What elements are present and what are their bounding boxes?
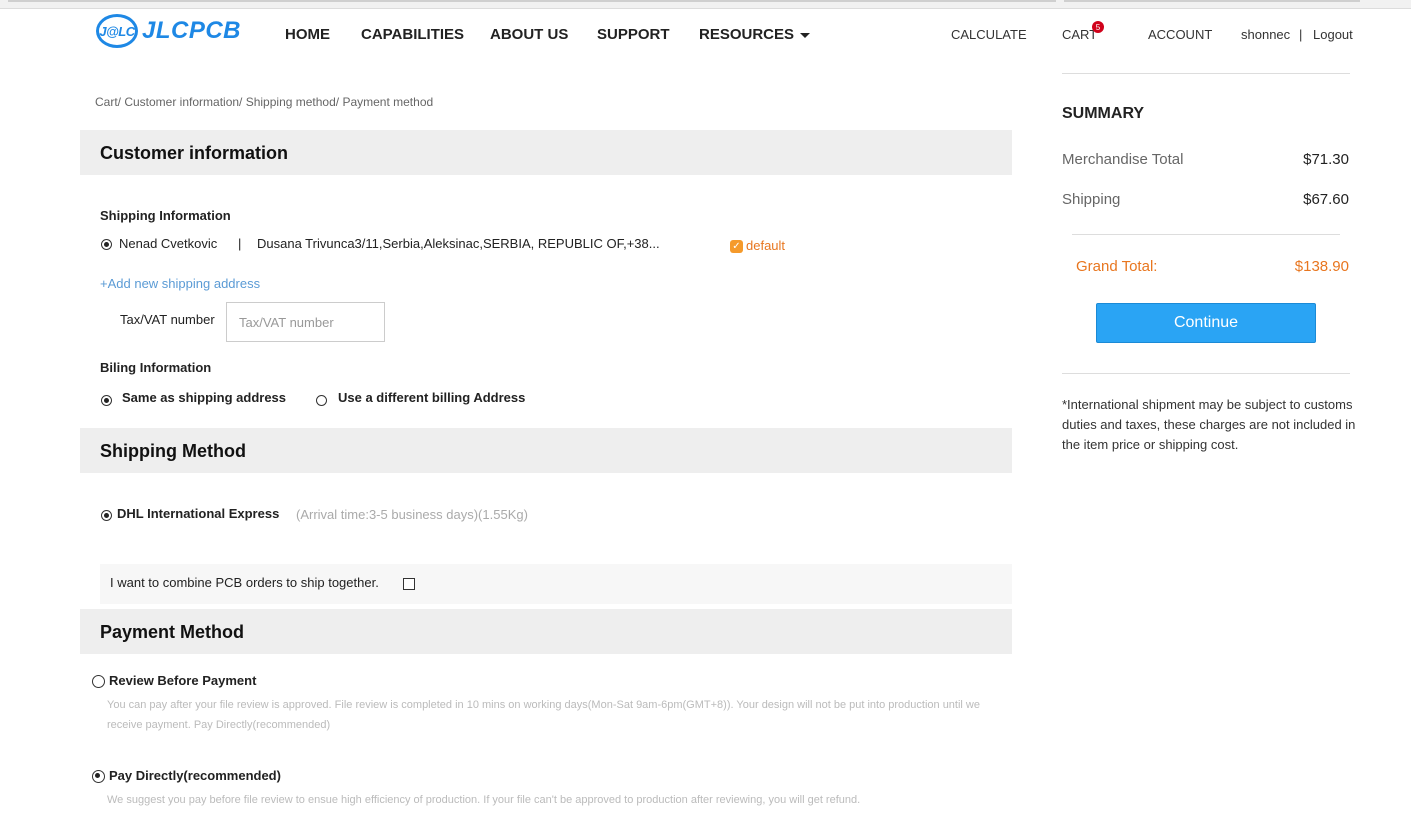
grand-total-value: $138.90 bbox=[1294, 258, 1349, 275]
top-strip-bar bbox=[8, 0, 1056, 2]
combine-orders-checkbox[interactable] bbox=[403, 578, 415, 590]
nav-capabilities[interactable]: CAPABILITIES bbox=[361, 26, 464, 43]
nav-resources-label: RESOURCES bbox=[699, 26, 795, 43]
username-link[interactable]: shonnec bbox=[1241, 27, 1290, 42]
address-text: Dusana Trivunca3/11,Serbia,Aleksinac,SER… bbox=[257, 236, 660, 251]
grand-total-label: Grand Total: bbox=[1076, 258, 1158, 275]
combine-orders-box: I want to combine PCB orders to ship tog… bbox=[100, 564, 1012, 604]
billing-same-label: Same as shipping address bbox=[122, 390, 287, 405]
logout-link[interactable]: Logout bbox=[1313, 27, 1353, 42]
continue-button[interactable]: Continue bbox=[1096, 303, 1316, 343]
customer-info-title: Customer information bbox=[100, 143, 289, 163]
payment-method-title: Payment Method bbox=[100, 622, 245, 642]
calculate-link[interactable]: CALCULATE bbox=[951, 27, 1027, 42]
default-label: default bbox=[746, 238, 786, 253]
account-link[interactable]: ACCOUNT bbox=[1148, 27, 1212, 42]
combine-orders-label: I want to combine PCB orders to ship tog… bbox=[110, 575, 379, 590]
shipping-info-label: Shipping Information bbox=[100, 208, 231, 223]
review-before-payment-label: Review Before Payment bbox=[109, 673, 257, 688]
customer-info-header: Customer information bbox=[80, 130, 1012, 175]
shipping-method-title: Shipping Method bbox=[100, 441, 246, 461]
cart-count-badge: 5 bbox=[1092, 21, 1104, 33]
billing-same-radio[interactable] bbox=[101, 395, 112, 406]
summary-divider bbox=[1062, 73, 1350, 74]
merchandise-total-label: Merchandise Total bbox=[1062, 151, 1184, 168]
pay-directly-radio[interactable] bbox=[92, 770, 105, 783]
nav-resources[interactable]: RESOURCES bbox=[699, 26, 811, 43]
add-shipping-address-link[interactable]: +Add new shipping address bbox=[100, 276, 260, 291]
header-separator: | bbox=[1299, 27, 1303, 42]
top-strip-bar bbox=[1064, 0, 1360, 2]
billing-info-label: Biling Information bbox=[100, 360, 212, 375]
nav-support[interactable]: SUPPORT bbox=[597, 26, 670, 43]
default-check-icon[interactable]: ✓ bbox=[730, 240, 743, 253]
browser-top-strip bbox=[0, 0, 1411, 9]
nav-home[interactable]: HOME bbox=[285, 26, 330, 43]
logo-text: JLCPCB bbox=[142, 17, 242, 44]
tax-vat-input[interactable] bbox=[226, 302, 385, 342]
logo-badge-icon: J@LC bbox=[96, 14, 138, 48]
merchandise-total-value: $71.30 bbox=[1303, 151, 1349, 168]
payment-method-header: Payment Method bbox=[80, 609, 1012, 654]
billing-different-label: Use a different billing Address bbox=[338, 390, 526, 405]
shipping-value: $67.60 bbox=[1303, 191, 1349, 208]
billing-different-radio[interactable] bbox=[316, 395, 327, 406]
shipping-method-name: DHL International Express bbox=[117, 506, 280, 521]
pay-directly-desc: We suggest you pay before file review to… bbox=[107, 794, 861, 806]
address-radio[interactable] bbox=[101, 239, 112, 250]
review-before-payment-radio[interactable] bbox=[92, 675, 105, 688]
chevron-down-icon bbox=[800, 32, 811, 38]
review-before-payment-desc: You can pay after your file review is ap… bbox=[107, 699, 980, 731]
shipping-method-header: Shipping Method bbox=[80, 428, 1012, 473]
address-name: Nenad Cvetkovic bbox=[119, 236, 218, 251]
summary-divider bbox=[1062, 373, 1350, 374]
shipping-label: Shipping bbox=[1062, 191, 1121, 208]
shipping-method-info: (Arrival time:3-5 business days)(1.55Kg) bbox=[296, 507, 528, 522]
tax-vat-label: Tax/VAT number bbox=[120, 312, 215, 327]
address-separator: | bbox=[238, 236, 242, 251]
international-shipment-note: *International shipment may be subject t… bbox=[1062, 397, 1356, 452]
summary-divider bbox=[1072, 234, 1340, 235]
breadcrumb[interactable]: Cart/ Customer information/ Shipping met… bbox=[95, 95, 433, 109]
pay-directly-label: Pay Directly(recommended) bbox=[109, 768, 281, 783]
nav-about-us[interactable]: ABOUT US bbox=[490, 26, 568, 43]
summary-title: SUMMARY bbox=[1062, 105, 1145, 122]
dhl-radio[interactable] bbox=[101, 510, 112, 521]
jlcpcb-logo[interactable]: J@LC JLCPCB bbox=[96, 14, 241, 48]
